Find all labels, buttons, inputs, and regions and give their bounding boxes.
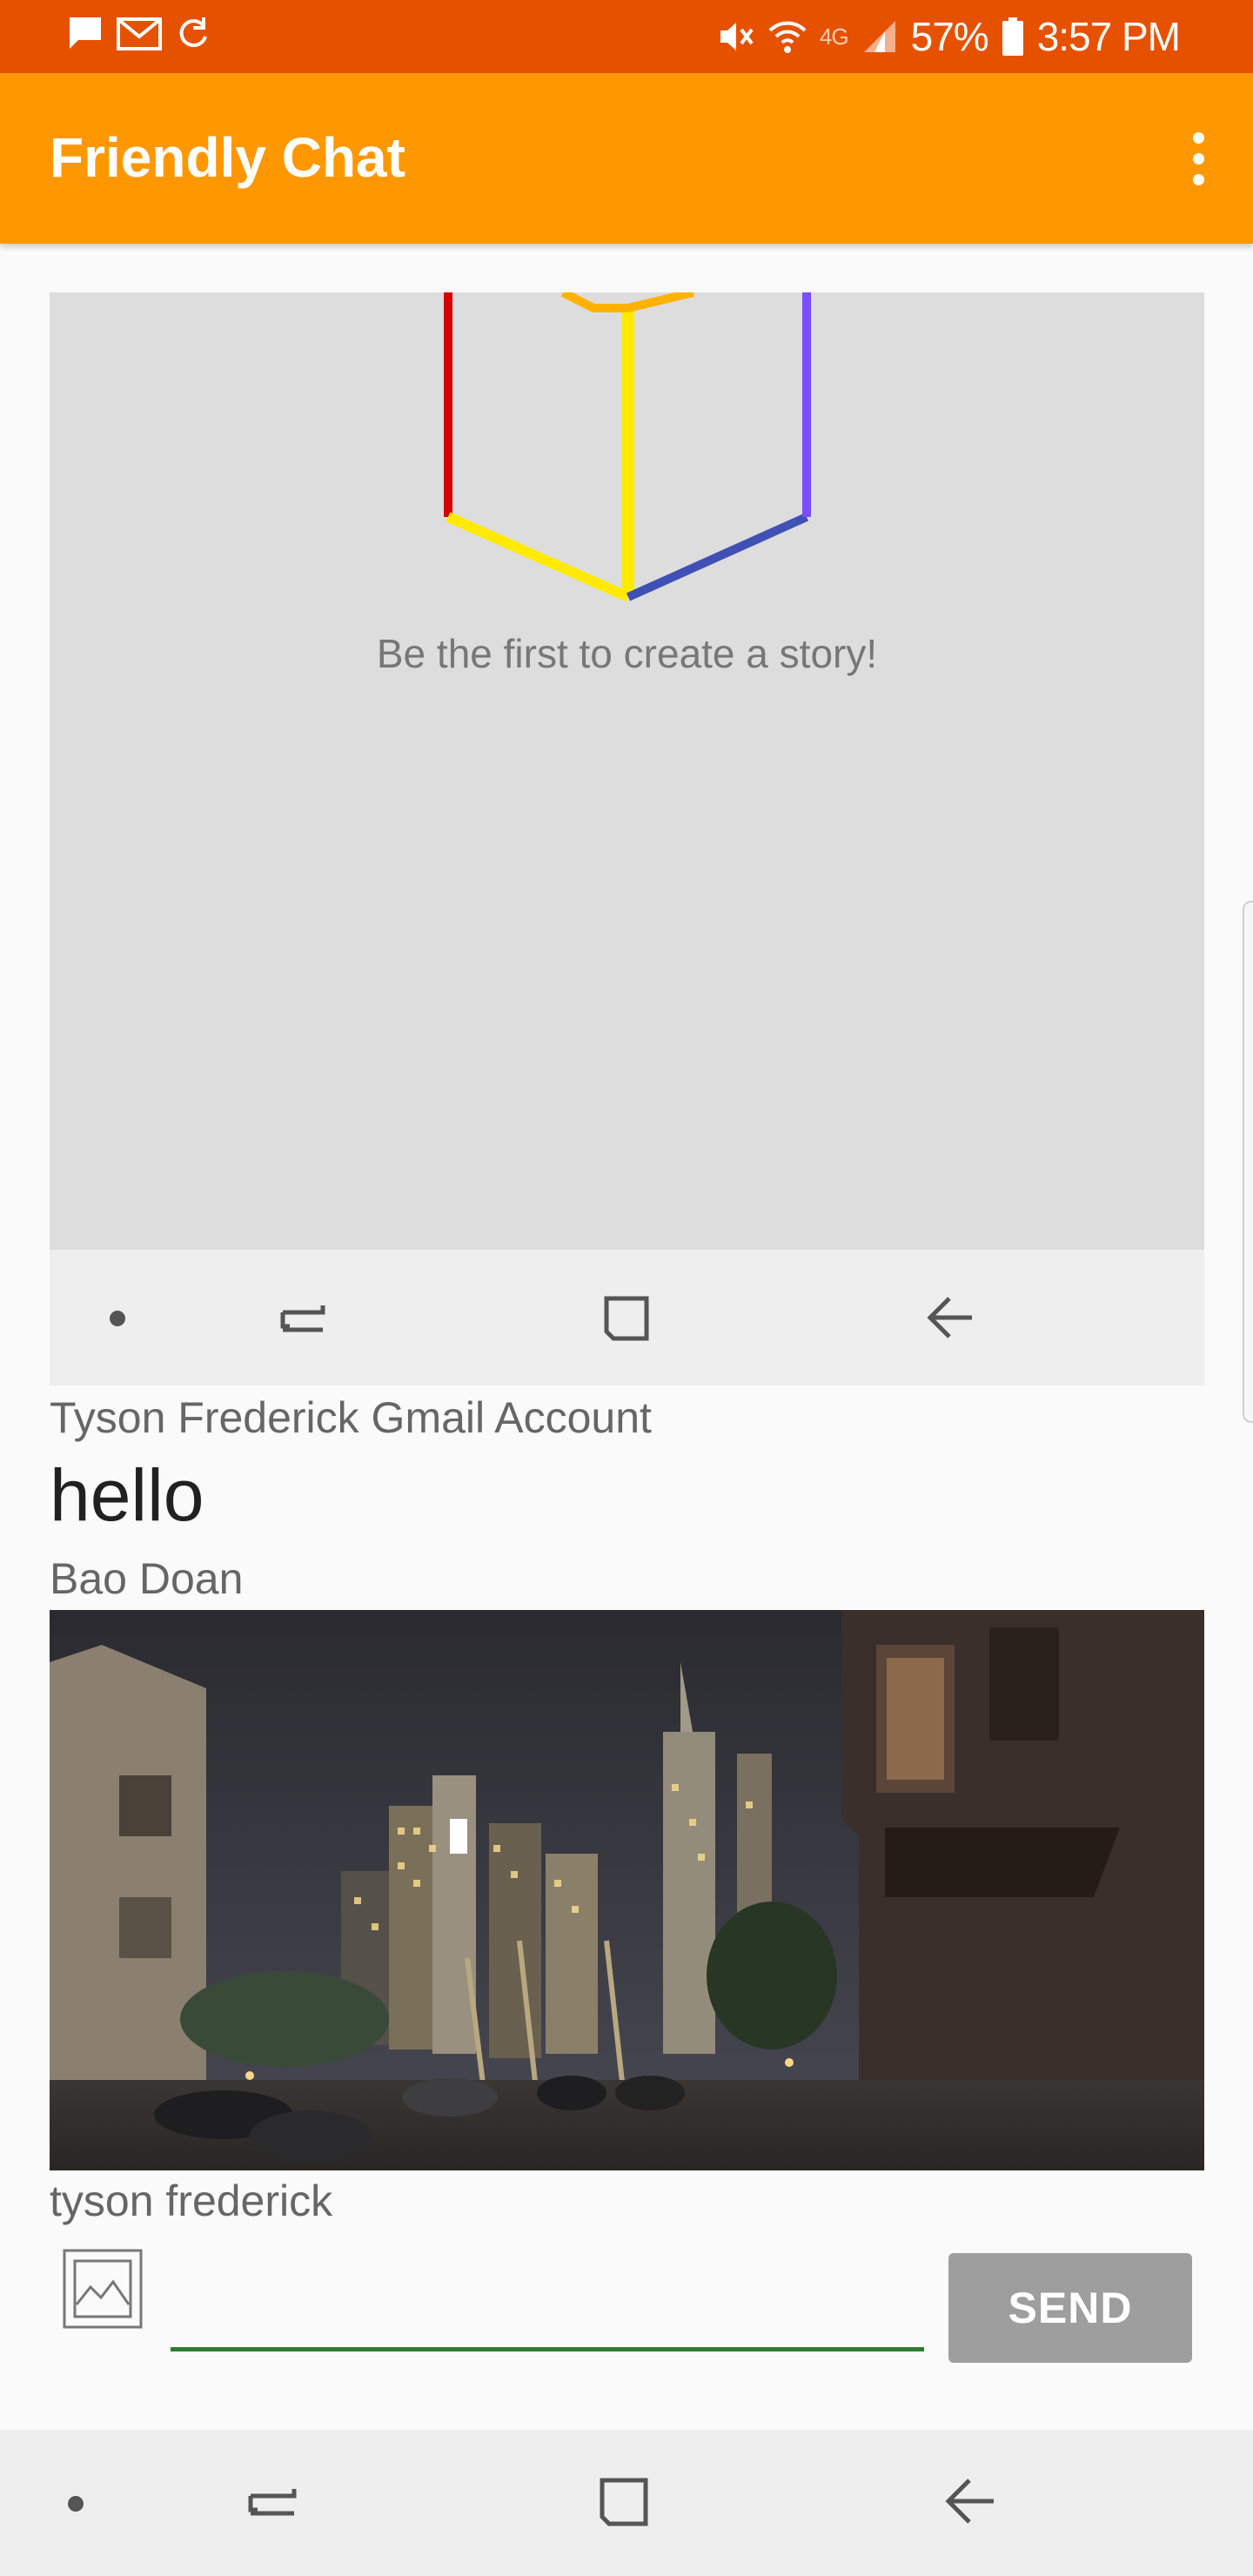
mute-icon	[715, 17, 755, 57]
dot-icon[interactable]	[66, 2494, 85, 2518]
battery-icon	[1001, 17, 1025, 57]
city-night-photo	[50, 1610, 1204, 2170]
signal-icon	[861, 17, 899, 56]
message-sender: Bao Doan	[50, 1554, 244, 1603]
story-prompt: Be the first to create a story!	[376, 631, 878, 676]
message-sender: tyson frederick	[50, 2177, 333, 2225]
message-icon	[66, 14, 104, 52]
screenshot-nav-bar	[50, 1250, 1204, 1385]
home-icon[interactable]	[590, 2468, 656, 2539]
network-type: 4G	[819, 23, 849, 50]
overflow-menu-icon-dot	[1192, 152, 1204, 164]
rainbow-cube-icon	[444, 292, 811, 602]
add-image-button[interactable]	[61, 2247, 144, 2331]
message-input[interactable]	[171, 2273, 924, 2351]
clock: 3:57 PM	[1036, 14, 1181, 59]
message-text: hello	[50, 1454, 204, 1536]
message-image[interactable]: Be the first to create a story!	[50, 292, 1204, 1385]
recent-apps-icon	[274, 1286, 337, 1353]
send-button[interactable]: SEND	[948, 2253, 1192, 2363]
scroll-handle[interactable]	[1243, 901, 1253, 1423]
notification-icons	[66, 14, 212, 52]
home-icon	[594, 1286, 657, 1353]
story-area: Be the first to create a story!	[50, 292, 1204, 1250]
sync-icon	[174, 14, 212, 52]
message-photo[interactable]	[50, 1610, 1204, 2170]
status-bar: 4G 57% 3:57 PM	[0, 0, 1253, 73]
back-icon	[920, 1286, 982, 1353]
system-status: 4G 57% 3:57 PM	[715, 0, 1181, 73]
wifi-icon	[767, 17, 807, 57]
battery-percent: 57%	[910, 14, 989, 59]
overflow-menu-button[interactable]	[1178, 122, 1218, 195]
system-nav-bar	[0, 2430, 1253, 2576]
back-icon[interactable]	[938, 2468, 1004, 2539]
dot-icon	[108, 1309, 127, 1332]
overflow-menu-icon-dot	[1192, 173, 1204, 185]
message-sender: Tyson Frederick Gmail Account	[50, 1393, 652, 1442]
image-icon	[63, 2249, 143, 2329]
overflow-menu-icon	[1192, 131, 1204, 144]
app-title: Friendly Chat	[50, 126, 405, 189]
gmail-icon	[117, 14, 162, 52]
app-bar: Friendly Chat	[0, 73, 1253, 244]
recent-apps-icon[interactable]	[242, 2468, 308, 2539]
